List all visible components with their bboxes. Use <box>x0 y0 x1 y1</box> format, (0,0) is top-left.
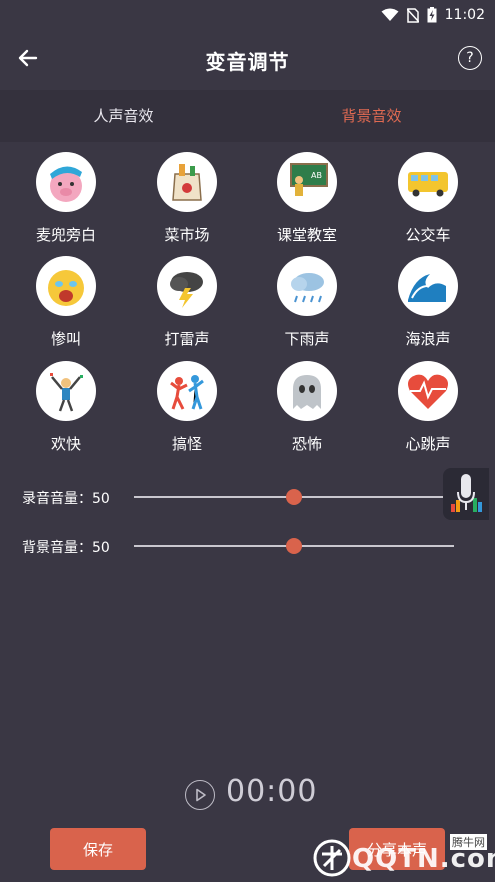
effect-label: 恐怖 <box>291 435 322 453</box>
effect-item[interactable]: 惨叫 <box>16 256 116 356</box>
battery-charging-icon <box>427 7 437 23</box>
wave-icon <box>398 256 458 316</box>
slider-thumb[interactable] <box>286 538 302 554</box>
play-button[interactable] <box>185 780 215 810</box>
page-title: 变音调节 <box>205 50 290 74</box>
wifi-icon <box>381 8 399 21</box>
effect-label: 麦兜旁白 <box>35 226 96 244</box>
background-volume-slider[interactable] <box>134 538 454 554</box>
effect-label: 搞怪 <box>171 435 202 453</box>
no-sim-icon <box>406 7 419 23</box>
effect-label: 欢快 <box>50 435 81 453</box>
watermark-small-text: 腾牛网 <box>450 834 487 850</box>
effect-label: 惨叫 <box>50 330 81 348</box>
effect-item[interactable]: 心跳声 <box>378 361 478 461</box>
effect-item[interactable]: 公交车 <box>378 152 478 252</box>
play-icon <box>196 788 206 802</box>
effect-label: 菜市场 <box>164 226 210 244</box>
screaming-face-icon <box>36 256 96 316</box>
background-volume-row: 背景音量：50 <box>0 531 495 561</box>
microphone-icon <box>451 474 482 512</box>
grocery-bag-icon <box>157 152 217 212</box>
dancing-icon <box>157 361 217 421</box>
effect-item[interactable]: 搞怪 <box>137 361 237 461</box>
effect-tabs: 人声音效 背景音效 <box>0 90 495 142</box>
save-button[interactable]: 保存 <box>50 828 146 870</box>
effect-label: 下雨声 <box>284 330 330 348</box>
heartbeat-icon <box>398 361 458 421</box>
effect-label: 心跳声 <box>405 435 451 453</box>
rain-cloud-icon <box>277 256 337 316</box>
tab-voice-effects[interactable]: 人声音效 <box>0 90 247 140</box>
classroom-icon: AB <box>277 152 337 212</box>
help-button[interactable]: ? <box>458 46 482 70</box>
effect-item[interactable]: 麦兜旁白 <box>16 152 116 252</box>
effect-item[interactable]: 下雨声 <box>257 256 357 356</box>
record-volume-slider[interactable] <box>134 489 454 505</box>
background-volume-label: 背景音量：50 <box>22 540 110 556</box>
effect-label: 打雷声 <box>164 330 210 348</box>
svg-text:AB: AB <box>311 171 322 180</box>
pig-icon <box>36 152 96 212</box>
record-volume-row: 录音音量：50 <box>0 482 495 512</box>
tab-label: 人声音效 <box>93 106 154 125</box>
effect-item[interactable]: AB 课堂教室 <box>257 152 357 252</box>
ghost-icon <box>277 361 337 421</box>
watermark-logo <box>313 839 351 877</box>
effect-label: 海浪声 <box>405 330 451 348</box>
effect-item[interactable]: 打雷声 <box>137 256 237 356</box>
effect-item[interactable]: 恐怖 <box>257 361 357 461</box>
watermark: QQTN.com 腾牛网 <box>312 832 495 882</box>
cheer-icon <box>36 361 96 421</box>
bus-icon <box>398 152 458 212</box>
status-bar: 11:02 <box>0 0 495 30</box>
effect-item[interactable]: 欢快 <box>16 361 116 461</box>
record-volume-label: 录音音量：50 <box>22 491 110 507</box>
effect-item[interactable]: 菜市场 <box>137 152 237 252</box>
status-time: 11:02 <box>444 7 485 23</box>
question-mark-icon: ? <box>466 50 474 66</box>
slider-thumb[interactable] <box>286 489 302 505</box>
effect-item[interactable]: 海浪声 <box>378 256 478 356</box>
tab-background-effects[interactable]: 背景音效 <box>248 90 495 140</box>
playback-time: 00:00 <box>226 774 318 809</box>
audio-player: 00:00 <box>0 774 495 818</box>
thunder-cloud-icon <box>157 256 217 316</box>
tab-label: 背景音效 <box>341 106 402 125</box>
effect-label: 公交车 <box>405 226 451 244</box>
app-header: 变音调节 ? <box>0 30 495 88</box>
effect-label: 课堂教室 <box>276 226 337 244</box>
floating-recorder-button[interactable] <box>443 468 489 520</box>
